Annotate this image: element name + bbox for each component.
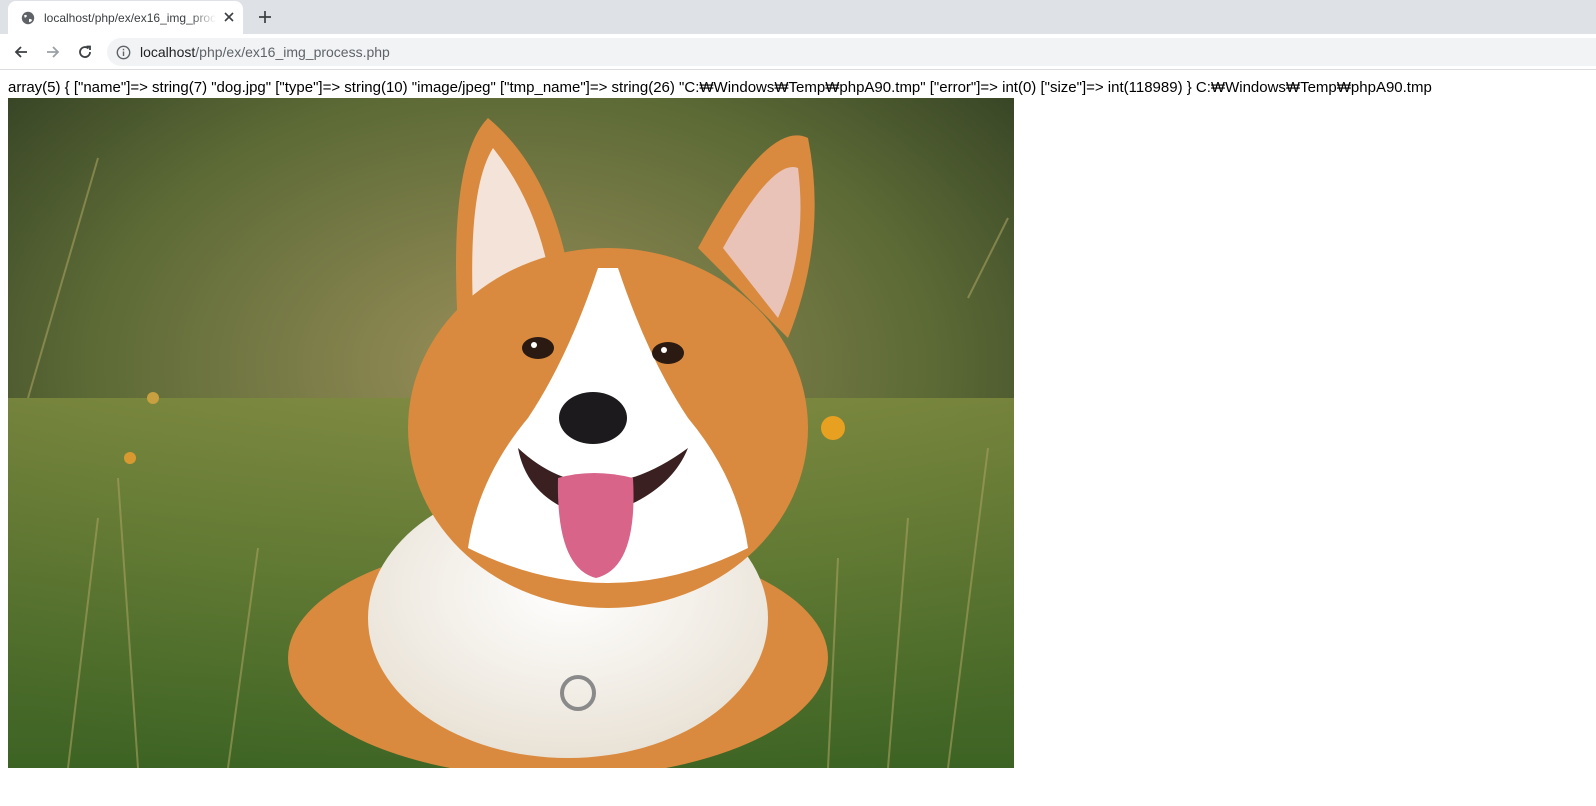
- forward-arrow-icon: [45, 44, 61, 60]
- reload-icon: [77, 44, 93, 60]
- browser-toolbar: localhost/php/ex/ex16_img_process.php: [0, 34, 1596, 70]
- browser-tab[interactable]: localhost/php/ex/ex16_img_process.php: [8, 1, 243, 34]
- page-content: array(5) { ["name"]=> string(7) "dog.jpg…: [8, 78, 1588, 768]
- tab-strip: localhost/php/ex/ex16_img_process.php: [0, 0, 1596, 34]
- forward-button[interactable]: [41, 40, 65, 64]
- plus-icon: [258, 10, 272, 24]
- corgi-dog-photo: [8, 98, 1014, 768]
- url-path: /php/ex/ex16_img_process.php: [195, 44, 390, 60]
- var-dump-output: array(5) { ["name"]=> string(7) "dog.jpg…: [8, 79, 1432, 96]
- reload-button[interactable]: [73, 40, 97, 64]
- back-button[interactable]: [9, 40, 33, 64]
- info-icon[interactable]: [115, 44, 131, 60]
- tab-title: localhost/php/ex/ex16_img_process.php: [44, 10, 216, 25]
- new-tab-button[interactable]: [253, 5, 277, 29]
- close-icon[interactable]: [221, 9, 237, 25]
- globe-icon: [20, 10, 36, 26]
- url-host: localhost: [140, 44, 196, 60]
- back-arrow-icon: [13, 44, 29, 60]
- address-bar[interactable]: localhost/php/ex/ex16_img_process.php: [107, 38, 1596, 66]
- url-text: localhost/php/ex/ex16_img_process.php: [140, 44, 390, 60]
